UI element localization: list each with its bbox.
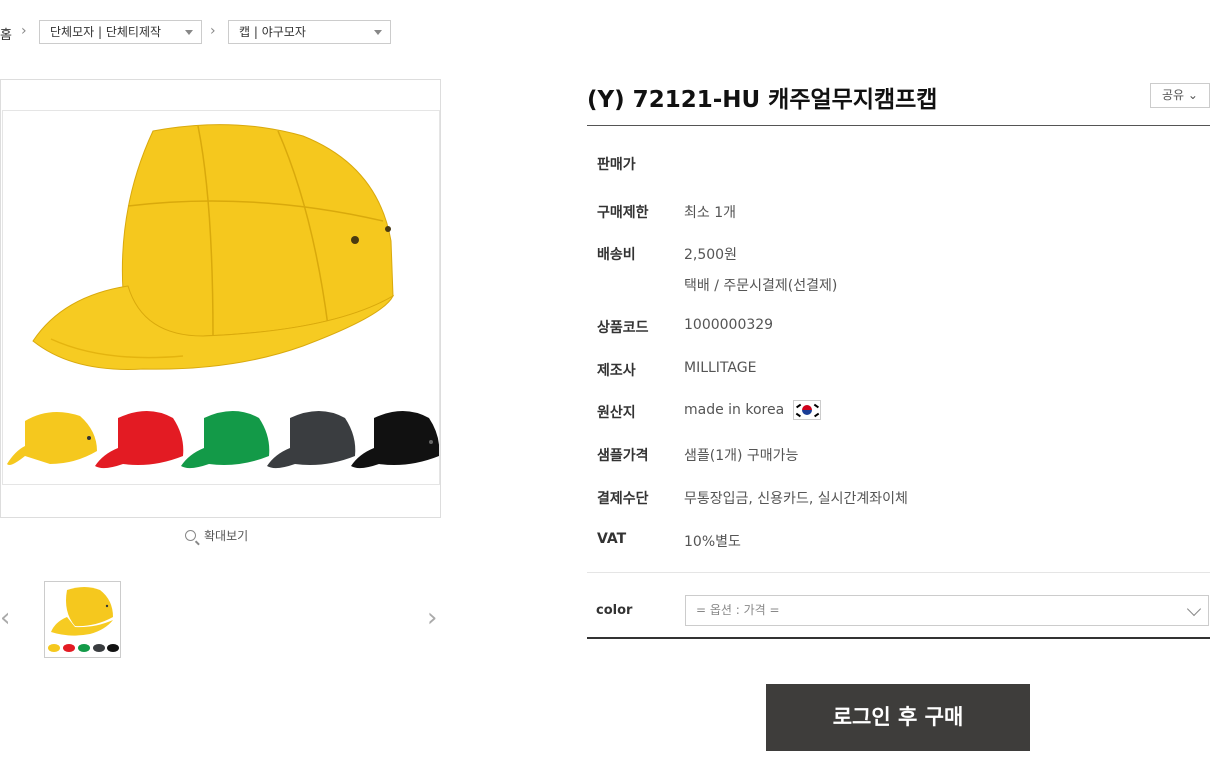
info-label-manufacturer: 제조사 [597,363,636,379]
caret-down-icon [374,30,382,35]
caret-down-icon [185,30,193,35]
thumbnail-1[interactable] [44,581,121,658]
info-label-payment: 결제수단 [597,491,649,507]
login-to-buy-button[interactable]: 로그인 후 구매 [766,684,1030,751]
info-divider [587,572,1210,573]
info-value-purchase-limit: 최소 1개 [684,205,736,221]
chevron-right-icon: › [21,23,27,39]
info-label-vat: VAT [597,531,627,547]
category-select-1-value: 단체모자 | 단체티제작 [50,25,162,39]
info-label-purchase-limit: 구매제한 [597,205,649,221]
info-value-product-code: 1000000329 [684,317,774,333]
korea-flag-icon [792,400,821,420]
info-value-shipping-method: 택배 / 주문시결제(선결제) [684,278,838,294]
thumb-next-button[interactable]: › [427,603,437,633]
zoom-label: 확대보기 [204,529,249,543]
color-option-placeholder: = 옵션 : 가격 = [696,603,780,617]
option-label: color [596,603,633,618]
main-product-image[interactable] [2,110,440,485]
thumbnail-cap-image [48,587,119,652]
cap-illustration [7,124,440,469]
zoom-icon [185,530,196,541]
info-label-price: 판매가 [597,157,636,173]
chevron-right-icon: › [210,23,216,39]
info-value-payment: 무통장입금, 신용카드, 실시간계좌이체 [684,491,908,507]
zoom-button[interactable]: 확대보기 [185,527,248,544]
product-title: (Y) 72121-HU 캐주얼무지캠프캡 [587,87,938,113]
info-value-sample-price: 샘플(1개) 구매가능 [684,448,799,464]
title-divider [587,125,1210,126]
info-value-origin-row: made in korea [684,400,821,420]
chevron-down-icon [1186,601,1202,617]
info-value-origin: made in korea [684,402,785,418]
info-value-vat: 10%별도 [684,534,741,550]
category-select-1[interactable]: 단체모자 | 단체티제작 [39,20,202,44]
info-label-product-code: 상품코드 [597,320,649,336]
share-button[interactable]: 공유 ⌄ [1150,83,1210,108]
breadcrumb-home[interactable]: 홈 [0,24,12,43]
option-divider [587,637,1210,639]
category-select-2[interactable]: 캡 | 야구모자 [228,20,391,44]
info-label-origin: 원산지 [597,405,636,421]
info-value-manufacturer: MILLITAGE [684,360,757,376]
category-select-2-value: 캡 | 야구모자 [239,25,306,39]
info-value-shipping: 2,500원 [684,247,737,263]
info-label-shipping: 배송비 [597,247,636,263]
info-label-sample-price: 샘플가격 [597,448,649,464]
thumb-prev-button[interactable]: ‹ [0,603,10,633]
color-option-select[interactable]: = 옵션 : 가격 = [685,595,1209,626]
